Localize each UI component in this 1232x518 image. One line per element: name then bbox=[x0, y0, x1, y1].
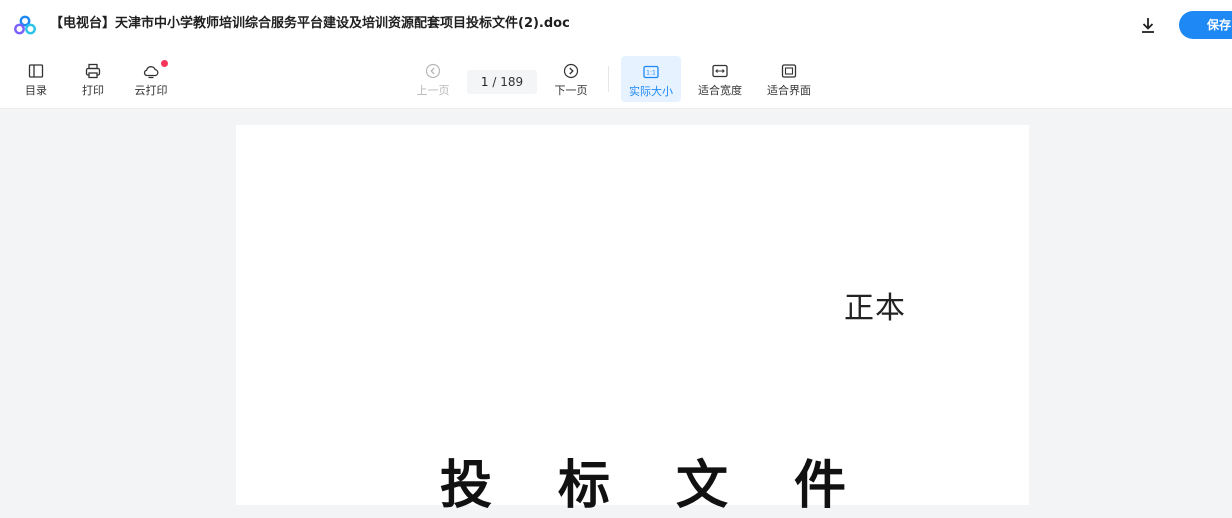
print-button[interactable]: 打印 bbox=[78, 50, 108, 108]
cloud-print-label: 云打印 bbox=[134, 84, 168, 97]
heading-char: 件 bbox=[794, 455, 847, 516]
toc-icon bbox=[28, 64, 44, 78]
document-heading: 投标文件 bbox=[440, 443, 912, 518]
app-logo-icon bbox=[14, 15, 36, 35]
cloud-print-button[interactable]: 云打印 bbox=[131, 50, 171, 108]
heading-char: 文 bbox=[676, 455, 729, 516]
fit-screen-button[interactable]: 适合界面 bbox=[762, 50, 816, 108]
document-page: 正本 投 标 文 件 bbox=[236, 125, 1029, 516]
toc-button[interactable]: 目录 bbox=[22, 50, 50, 108]
next-page-button[interactable]: 下一页 bbox=[551, 50, 591, 108]
download-icon[interactable] bbox=[1137, 14, 1159, 36]
document-title: 【电视台】天津市中小学教师培训综合服务平台建设及培训资源配套项目投标文件(2).… bbox=[50, 16, 570, 31]
original-copy-mark: 正本 bbox=[844, 291, 906, 326]
fit-screen-icon bbox=[781, 64, 797, 78]
print-label: 打印 bbox=[82, 84, 104, 97]
total-pages: / 189 bbox=[492, 75, 524, 89]
fit-width-icon bbox=[712, 64, 728, 78]
cloud-icon bbox=[143, 66, 159, 79]
svg-text:1:1: 1:1 bbox=[646, 70, 656, 77]
heading-char: 标 bbox=[558, 455, 611, 516]
page-indicator: 1 / 189 bbox=[467, 70, 537, 94]
fit-width-button[interactable]: 适合宽度 bbox=[693, 50, 747, 108]
title-bar: 【电视台】天津市中小学教师培训综合服务平台建设及培训资源配套项目投标文件(2).… bbox=[0, 0, 1232, 50]
prev-page-label: 上一页 bbox=[416, 84, 450, 97]
toolbar-divider bbox=[608, 66, 609, 92]
toolbar: 目录 打印 云打印 上一页 1 / 189 下一页 1:1 实际大小 适合宽度 … bbox=[0, 50, 1232, 109]
actual-size-label: 实际大小 bbox=[629, 85, 673, 98]
actual-size-icon: 1:1 bbox=[643, 65, 659, 79]
fit-width-label: 适合宽度 bbox=[698, 84, 742, 97]
fit-screen-label: 适合界面 bbox=[767, 84, 811, 97]
chevron-left-circle-icon bbox=[425, 63, 441, 79]
current-page-input[interactable]: 1 bbox=[481, 75, 489, 89]
prev-page-button[interactable]: 上一页 bbox=[413, 50, 453, 108]
heading-char: 投 bbox=[440, 455, 493, 516]
printer-icon bbox=[85, 63, 101, 79]
next-page-label: 下一页 bbox=[554, 84, 588, 97]
save-button[interactable]: 保存 bbox=[1179, 11, 1232, 39]
toc-label: 目录 bbox=[25, 84, 47, 97]
actual-size-button[interactable]: 1:1 实际大小 bbox=[621, 56, 681, 102]
notification-badge bbox=[161, 60, 168, 67]
chevron-right-circle-icon bbox=[563, 63, 579, 79]
